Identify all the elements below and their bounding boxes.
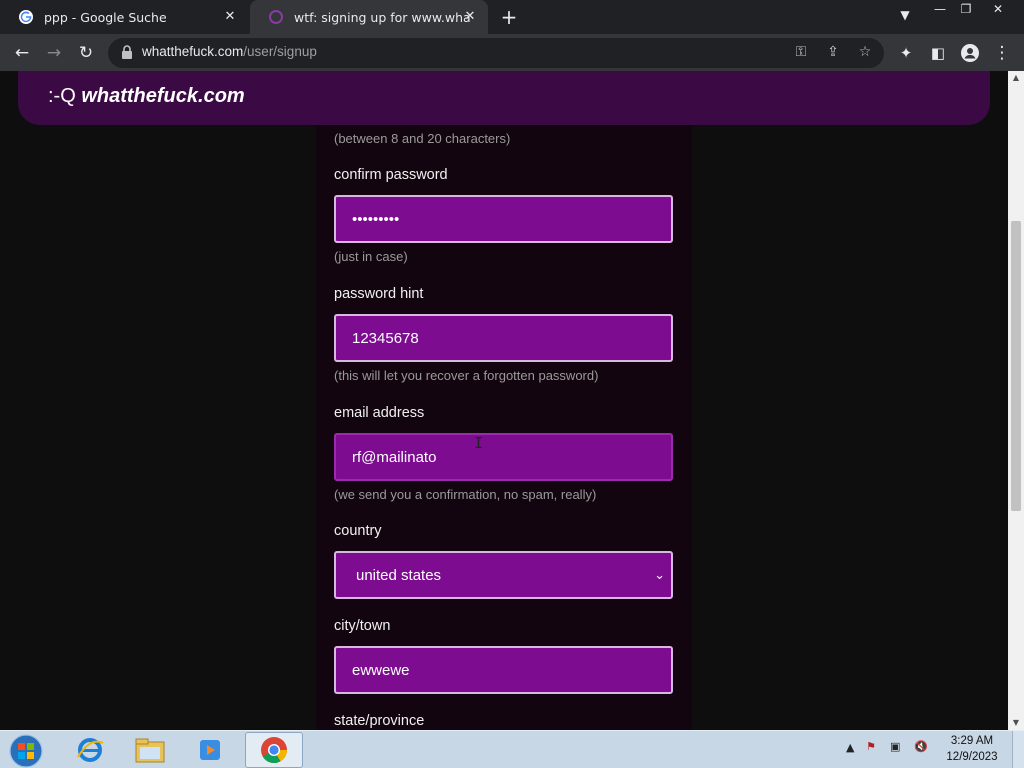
forward-arrow-icon[interactable]: →: [42, 41, 66, 65]
email-note: (we send you a confirmation, no spam, re…: [334, 487, 597, 502]
confirm-password-field[interactable]: •••••••••: [334, 195, 673, 243]
share-icon[interactable]: ⇪: [824, 43, 842, 61]
city-field[interactable]: ewwewe: [334, 646, 673, 694]
close-tab-icon[interactable]: ✕: [222, 9, 238, 25]
scrollbar-thumb[interactable]: [1011, 221, 1021, 511]
url-host: whatthefuck.com: [142, 44, 244, 59]
scroll-down-arrow-icon[interactable]: ▼: [1008, 716, 1024, 730]
country-label: country: [334, 523, 382, 539]
text-cursor-icon: I: [474, 434, 484, 452]
tab-google-search[interactable]: ppp - Google Suche ✕: [0, 0, 248, 34]
confirm-password-label: confirm password: [334, 167, 448, 183]
profile-avatar-icon[interactable]: [958, 41, 982, 65]
password-hint-field[interactable]: 12345678: [334, 314, 673, 362]
tab-title: wtf: signing up for www.whatthefuck.com: [294, 9, 470, 25]
show-desktop-button[interactable]: [1012, 731, 1024, 768]
back-arrow-icon[interactable]: ←: [10, 41, 34, 65]
start-button-icon[interactable]: [6, 733, 46, 768]
logo-brand: whatthefuck.com: [81, 85, 245, 107]
password-length-note: (between 8 and 20 characters): [334, 131, 511, 146]
email-label: email address: [334, 405, 425, 421]
action-center-flag-icon[interactable]: ⚑: [866, 740, 876, 753]
password-hint-note: (this will let you recover a forgotten p…: [334, 368, 599, 383]
chevron-down-icon: ⌄: [654, 567, 665, 582]
logo-emoticon: :-Q: [48, 85, 76, 107]
site-logo[interactable]: :-Q whatthefuck.com: [48, 85, 245, 108]
password-hint-label: password hint: [334, 286, 424, 302]
clock-date: 12/9/2023: [946, 751, 998, 763]
file-explorer-icon[interactable]: [121, 732, 179, 768]
chrome-icon[interactable]: [245, 732, 303, 768]
site-header: :-Q whatthefuck.com: [18, 71, 990, 125]
loading-icon: [269, 10, 283, 24]
reload-icon[interactable]: ↻: [74, 41, 98, 65]
minimize-icon[interactable]: —: [926, 0, 954, 20]
volume-muted-icon[interactable]: 🔇: [914, 740, 928, 753]
tab-strip: ppp - Google Suche ✕ wtf: signing up for…: [0, 0, 1024, 34]
country-selected-value: united states: [356, 566, 442, 584]
internet-explorer-icon[interactable]: [61, 732, 119, 768]
clock-time: 3:29 AM: [950, 735, 994, 747]
system-clock[interactable]: 3:29 AM 12/9/2023: [944, 733, 1000, 765]
country-select[interactable]: united states ⌄: [334, 551, 673, 599]
city-label: city/town: [334, 618, 391, 634]
close-tab-icon[interactable]: ✕: [462, 9, 478, 25]
page-scrollbar[interactable]: ▲ ▼: [1008, 71, 1024, 730]
window-close-icon[interactable]: ✕: [984, 0, 1012, 20]
tab-signup[interactable]: wtf: signing up for www.whatthefuck.com …: [250, 0, 488, 34]
extensions-icon[interactable]: ✦: [894, 41, 918, 65]
url-text[interactable]: whatthefuck.com/user/signup: [142, 44, 317, 59]
media-player-icon[interactable]: [181, 732, 239, 768]
network-icon[interactable]: ▣: [890, 740, 900, 753]
new-tab-icon[interactable]: +: [498, 6, 520, 28]
lock-icon[interactable]: [121, 45, 133, 59]
google-icon: [19, 10, 33, 24]
menu-dots-icon[interactable]: ⋮: [990, 41, 1014, 65]
side-panel-icon[interactable]: ◧: [926, 41, 950, 65]
scroll-up-arrow-icon[interactable]: ▲: [1008, 71, 1024, 85]
bookmark-star-icon[interactable]: ☆: [856, 43, 874, 61]
web-page: :-Q whatthefuck.com (between 8 and 20 ch…: [0, 71, 1008, 730]
tray-expand-icon[interactable]: ▲: [846, 741, 854, 754]
email-field[interactable]: rf@mailinato: [334, 433, 673, 481]
url-path: /user/signup: [243, 44, 317, 59]
restore-icon[interactable]: ❐: [952, 0, 980, 20]
confirm-password-note: (just in case): [334, 249, 408, 264]
state-label: state/province: [334, 713, 425, 729]
signup-form: (between 8 and 20 characters) confirm pa…: [316, 125, 692, 730]
tab-search-chevron-icon[interactable]: ▼: [896, 8, 914, 26]
tab-title: ppp - Google Suche: [44, 9, 167, 25]
key-icon[interactable]: ⚿: [792, 43, 810, 61]
windows-taskbar: ▲ ⚑ ▣ 🔇 3:29 AM 12/9/2023: [0, 730, 1024, 768]
